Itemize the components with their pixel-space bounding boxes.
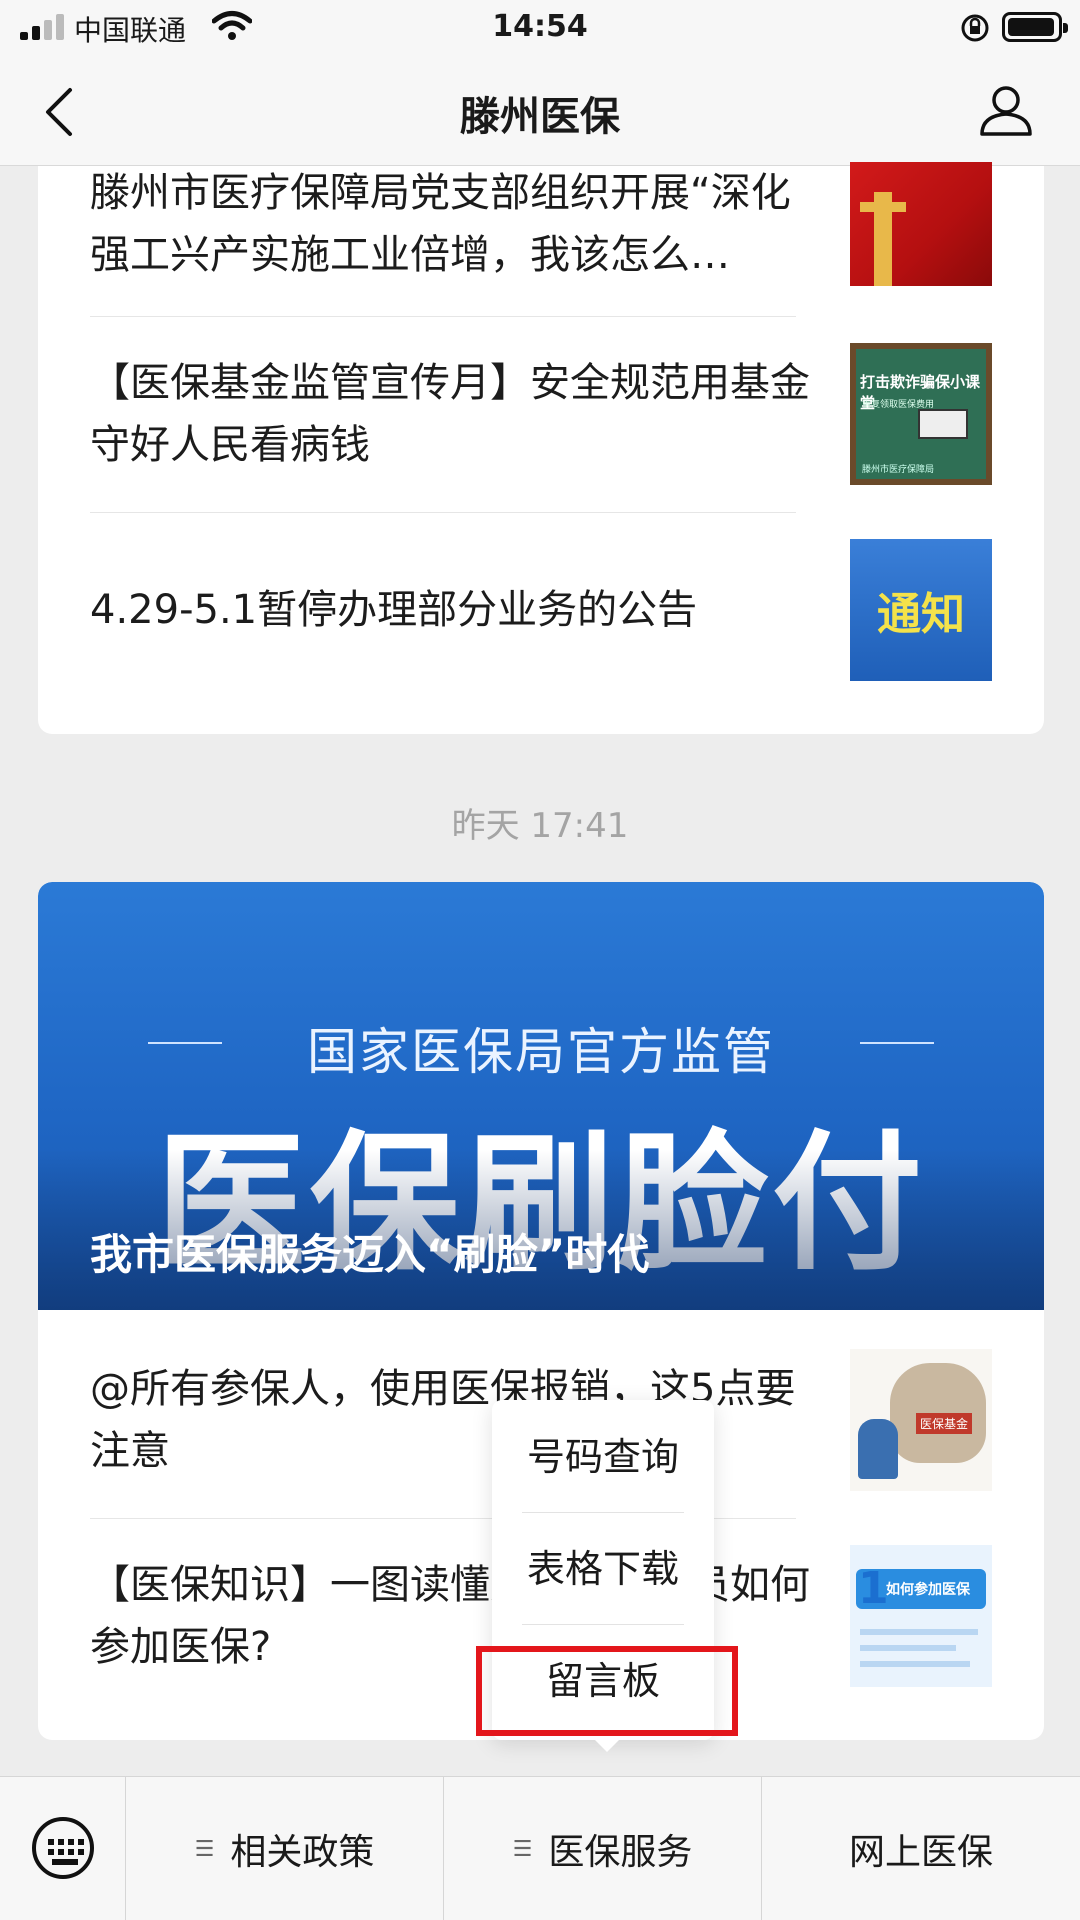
article-thumbnail [850,162,992,286]
status-bar: 中国联通 14:54 [0,0,1080,54]
menu-button-online-insurance[interactable]: 网上医保 [762,1777,1080,1920]
menu-button-label: 网上医保 [848,1832,993,1873]
popup-arrow [593,1738,621,1752]
banner-caption: 我市医保服务迈入“刷脸”时代 [90,1230,650,1279]
banner-subtitle: 国家医保局官方监管 [307,1023,775,1081]
menu-button-policies[interactable]: ☰ 相关政策 [126,1777,444,1920]
menu-button-label: 医保服务 [548,1832,693,1873]
timestamp: 昨天 17:41 [451,806,629,846]
profile-icon[interactable] [978,82,1034,138]
banner-article[interactable]: 国家医保局官方监管 医保刷脸付 我市医保服务迈入“刷脸”时代 [38,882,1044,1310]
menu-item-number-query[interactable]: 号码查询 [492,1402,714,1512]
divider [522,1624,684,1625]
article-thumbnail: 医保基金 [850,1349,992,1491]
battery-icon [1002,12,1068,42]
list-item[interactable]: 4.29-5.1暂停办理部分业务的公告 通知 [90,538,992,682]
article-title: 【医保基金监管宣传月】安全规范用基金 守好人民看病钱 [90,360,810,468]
article-thumbnail: 如何参加医保 1 [850,1545,992,1687]
list-item[interactable]: 滕州市医疗保障局党支部组织开展“深化强工兴产实施工业倍增，我该怎么… [90,158,992,290]
clock: 14:54 [492,9,588,44]
menu-item-form-download[interactable]: 表格下载 [492,1514,714,1624]
bottom-menu-bar: ☰ 相关政策 ☰ 医保服务 网上医保 [0,1776,1080,1920]
article-title: 滕州市医疗保障局党支部组织开展“深化强工兴产实施工业倍增，我该怎么… [90,170,791,278]
menu-button-medical-services[interactable]: ☰ 医保服务 [444,1777,762,1920]
page-title: 滕州医保 [460,94,620,140]
article-card-top: 滕州市医疗保障局党支部组织开展“深化强工兴产实施工业倍增，我该怎么… 【医保基金… [38,162,1044,734]
list-item[interactable]: 【医保基金监管宣传月】安全规范用基金 守好人民看病钱 打击欺诈骗保小课堂 重复领… [90,342,992,486]
divider [522,1512,684,1513]
menu-lines-icon: ☰ [512,1836,533,1862]
menu-button-label: 相关政策 [230,1832,375,1873]
navbar: 滕州医保 [0,54,1080,166]
menu-lines-icon: ☰ [194,1836,215,1862]
keyboard-toggle-button[interactable] [0,1777,126,1920]
rotation-lock-icon [961,14,989,42]
highlight-box [476,1646,738,1736]
article-title: 4.29-5.1暂停办理部分业务的公告 [90,587,698,633]
divider [90,512,796,513]
article-thumbnail: 通知 [850,539,992,681]
article-thumbnail: 打击欺诈骗保小课堂 重复领取医保费用 滕州市医疗保障局 [850,343,992,485]
divider [90,316,796,317]
keyboard-icon [32,1817,94,1879]
